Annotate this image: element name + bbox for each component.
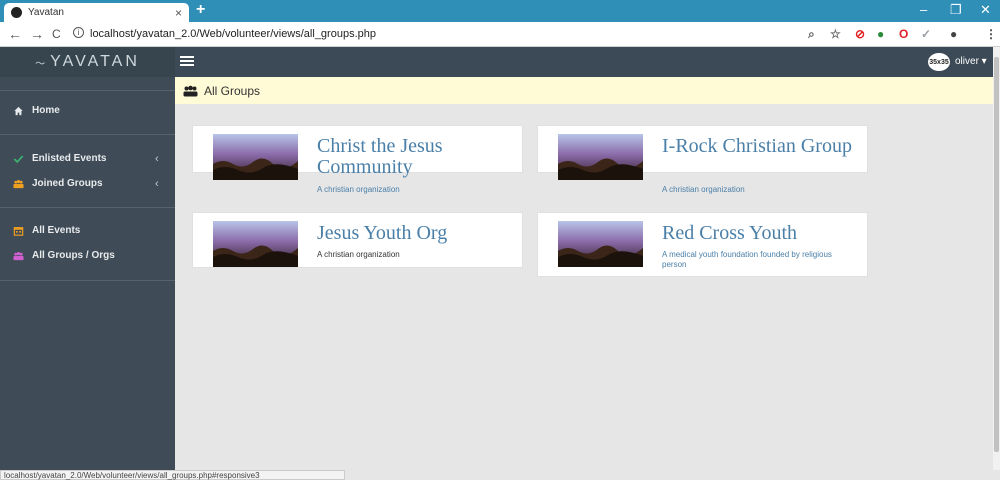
extension-icon[interactable]: ✓ [921, 27, 931, 41]
sidebar-item-label: Enlisted Events [32, 153, 107, 164]
group-card[interactable]: Christ the Jesus Community A christian o… [192, 125, 523, 194]
group-card[interactable]: Red Cross Youth A medical youth foundati… [537, 212, 868, 277]
sidebar-divider [0, 134, 175, 135]
opera-icon[interactable]: O [899, 27, 908, 41]
group-card[interactable]: Jesus Youth Org A christian organization [192, 212, 523, 268]
brand-name: YAVATAN [50, 53, 140, 70]
forward-button[interactable]: → [30, 26, 44, 42]
group-cover-image[interactable] [558, 134, 643, 180]
sidebar-item-all-groups[interactable]: All Groups / Orgs [13, 250, 115, 261]
reload-button[interactable]: C [52, 27, 61, 41]
chevron-left-icon[interactable]: ‹ [155, 153, 159, 165]
sidebar-item-label: All Groups / Orgs [32, 250, 115, 261]
group-cover-image[interactable] [213, 221, 298, 267]
top-navbar: 〜 YAVATAN 35x35 oliver ▾ [0, 47, 1000, 77]
group-description: A christian organization [317, 185, 400, 194]
sidebar-item-label: Joined Groups [32, 178, 103, 189]
group-icon [13, 179, 24, 188]
page-scrollbar[interactable] [993, 47, 1000, 470]
group-name[interactable]: Jesus Youth Org [317, 223, 517, 244]
back-button[interactable]: ← [8, 26, 22, 42]
new-tab-button[interactable]: + [196, 1, 205, 19]
sidebar-divider [0, 280, 175, 281]
group-name[interactable]: I-Rock Christian Group [662, 136, 852, 157]
sidebar-item-all-events[interactable]: All Events [13, 225, 80, 236]
sidebar-divider [0, 90, 175, 91]
group-name[interactable]: Christ the Jesus Community [317, 136, 507, 178]
brand-mark-icon: 〜 [35, 58, 49, 70]
extension-icon[interactable]: ● [877, 27, 884, 41]
user-menu[interactable]: oliver ▾ [955, 56, 987, 67]
minimize-button[interactable]: – [920, 2, 927, 17]
address-bar: ← → C i localhost/yavatan_2.0/Web/volunt… [0, 22, 1000, 47]
sidebar-toggle-icon[interactable] [180, 54, 194, 68]
site-favicon-icon [11, 7, 22, 18]
sidebar-divider [0, 207, 175, 208]
restore-button[interactable]: ❐ [950, 2, 962, 18]
sidebar-item-label: All Events [32, 225, 81, 236]
tab-close-button[interactable]: × [175, 6, 182, 20]
status-bar: localhost/yavatan_2.0/Web/volunteer/view… [0, 470, 345, 480]
brand-logo[interactable]: 〜 YAVATAN [0, 47, 175, 77]
sidebar: Home Enlisted Events ‹ Joined Groups ‹ A… [0, 77, 175, 470]
group-cover-image[interactable] [213, 134, 298, 180]
home-icon [14, 106, 23, 115]
account-icon[interactable]: ● [950, 27, 957, 41]
sidebar-item-joined-groups[interactable]: Joined Groups [13, 178, 103, 189]
group-icon [183, 85, 198, 96]
check-icon [13, 155, 24, 163]
sidebar-item-enlisted-events[interactable]: Enlisted Events [13, 153, 106, 164]
browser-tab[interactable]: Yavatan × [4, 3, 189, 22]
group-description: A christian organization [662, 185, 745, 194]
group-cover-image[interactable] [558, 221, 643, 267]
calendar-icon [13, 226, 24, 236]
window-close-button[interactable]: ✕ [980, 2, 991, 18]
page-header: All Groups [175, 77, 993, 104]
avatar[interactable]: 35x35 [928, 53, 950, 71]
chevron-left-icon[interactable]: ‹ [155, 178, 159, 190]
url-field[interactable]: localhost/yavatan_2.0/Web/volunteer/view… [90, 28, 376, 40]
sidebar-item-home[interactable]: Home [13, 105, 60, 116]
scrollbar-thumb[interactable] [994, 57, 999, 452]
sidebar-item-label: Home [32, 105, 60, 116]
group-description: A medical youth foundation founded by re… [662, 250, 832, 269]
group-icon [13, 251, 24, 260]
group-card[interactable]: I-Rock Christian Group A christian organ… [537, 125, 868, 194]
zoom-icon[interactable]: ⌕ [808, 27, 815, 42]
extension-icon[interactable]: ⊘ [855, 27, 865, 41]
group-name[interactable]: Red Cross Youth [662, 223, 862, 244]
browser-tab-bar: Yavatan × + – ❐ ✕ [0, 0, 1000, 22]
menu-icon[interactable]: ⋮ [985, 27, 997, 41]
tab-title: Yavatan [28, 7, 64, 18]
bookmark-star-icon[interactable]: ☆ [830, 27, 841, 41]
site-info-icon[interactable]: i [73, 27, 84, 38]
group-description: A christian organization [317, 250, 400, 259]
page-title: All Groups [204, 83, 261, 98]
